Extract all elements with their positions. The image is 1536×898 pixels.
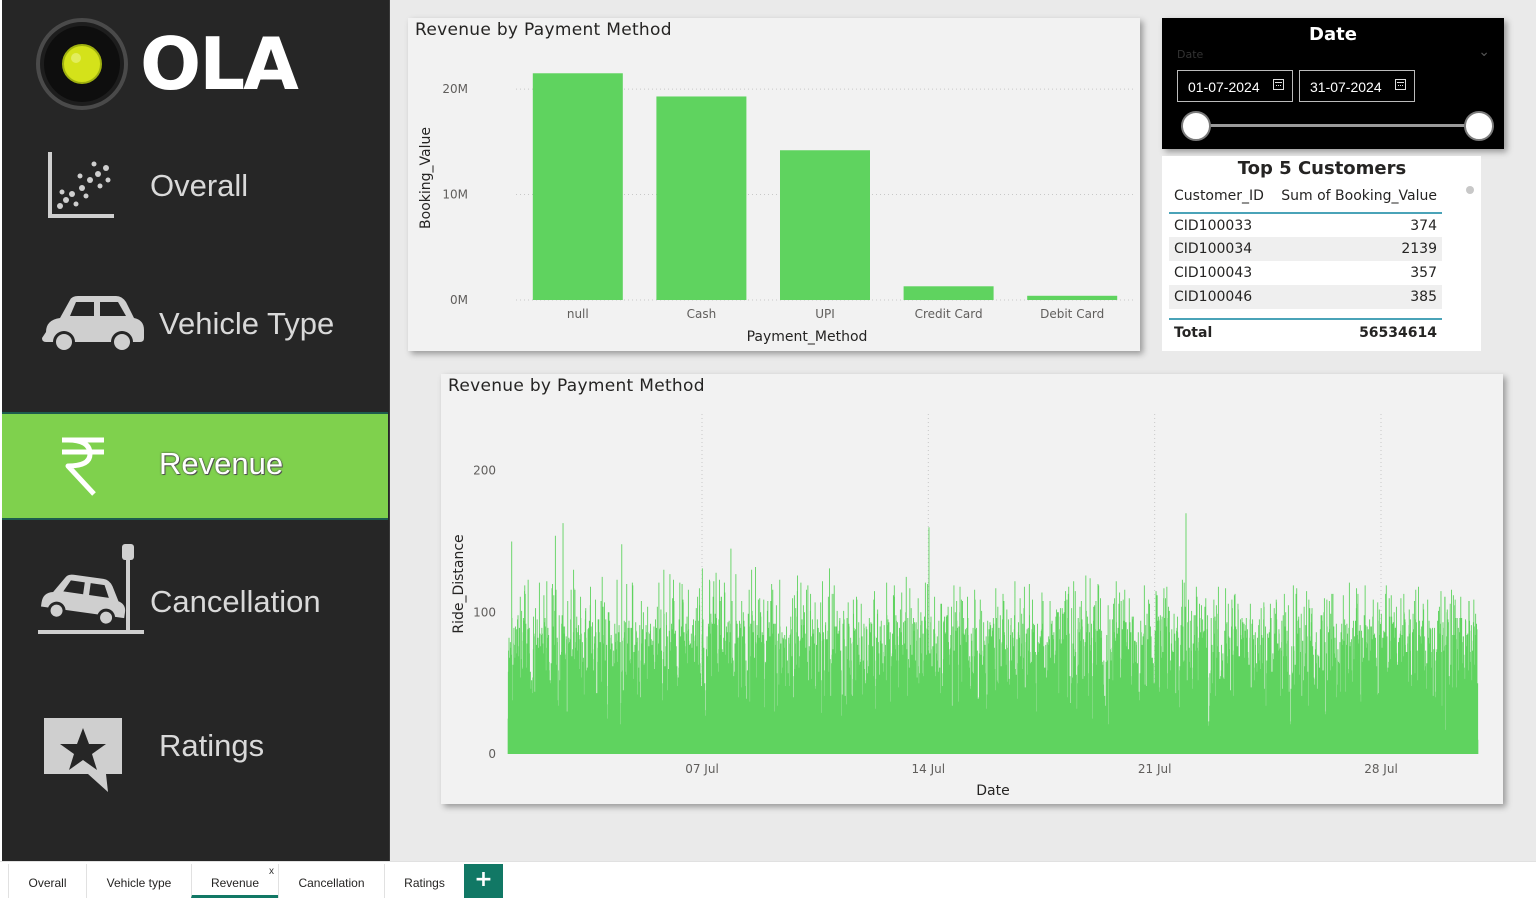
x-tick-label: 07 Jul [685,762,719,776]
tab-label: Vehicle type [106,876,172,890]
navigation-sidebar: OLA Overall Vehicle Type Revenue Cancell… [2,0,390,861]
nav-label-vehicle-type: Vehicle Type [159,306,335,341]
x-tick-label: UPI [815,307,835,321]
y-tick-label: 20M [442,82,468,96]
scatter-chart-icon [46,150,118,224]
ola-logo-text: OLA [140,22,299,106]
tab-label: Overall [28,876,67,890]
y-tick-label: 0M [450,293,468,307]
booking-value-cell: 374 [1410,217,1437,234]
car-icon [38,292,148,360]
ride-distance-series[interactable] [507,513,1479,754]
tab-ratings[interactable]: Ratings [384,864,464,898]
x-tick-label: Credit Card [915,307,983,321]
tab-vehicle-type[interactable]: Vehicle type [86,864,191,898]
date-range-slicer[interactable]: Date Date ⌄ 01-07-2024 31-07-2024 [1162,18,1504,149]
x-tick-label: Cash [687,307,717,321]
x-tick-label: null [567,307,589,321]
nav-item-vehicle-type[interactable]: Vehicle Type [2,270,388,380]
bar-chart-x-axis-title: Payment_Method [747,329,868,345]
tab-label: Cancellation [298,876,365,890]
x-tick-label: Debit Card [1040,307,1104,321]
daily-chart-x-axis-title: Date [976,783,1009,799]
tab-revenue[interactable]: Revenue x [191,864,278,898]
payment-method-bar-chart: Booking_Value Payment_Method 0M 10M 20M nul… [418,73,1134,345]
end-date-input[interactable]: 31-07-2024 [1299,70,1415,102]
car-crash-icon [36,542,148,640]
page-tab-bar: Overall Vehicle type Revenue x Cancellat… [0,861,1536,898]
daily-chart-y-axis-title: Ride_Distance [451,534,467,633]
bar-upi[interactable] [780,150,870,300]
x-tick-label: 28 Jul [1364,762,1398,776]
ola-logo: OLA [36,18,316,114]
ride-distance-bars [507,513,1479,754]
tab-label: Ratings [404,876,445,890]
customer-id-cell: CID100043 [1174,265,1253,281]
nav-label-overall: Overall [150,168,249,203]
star-speech-bubble-icon [40,716,126,798]
start-date-input[interactable]: 01-07-2024 [1177,70,1293,102]
date-slider-start-handle[interactable] [1181,111,1211,141]
daily-chart-card[interactable]: Revenue by Payment Method Ride_Distance … [441,374,1503,804]
booking-value-cell: 357 [1410,265,1437,281]
close-icon[interactable]: x [269,866,274,877]
table-row[interactable]: CID100033 374 [1169,213,1442,237]
ride-distance-by-date-chart: Ride_Distance Date 0 100 200 07 Jul 14 Jul 21… [451,414,1479,799]
x-tick-label: 14 Jul [912,762,946,776]
date-slider-track[interactable] [1196,124,1480,127]
tab-cancellation[interactable]: Cancellation [278,864,384,898]
bar-chart-y-axis-title: Booking_Value [418,127,434,229]
date-slider-end-handle[interactable] [1464,111,1494,141]
booking-value-cell: 2139 [1271,237,1442,261]
booking-value-cell: 385 [1271,285,1442,309]
customer-id-cell: CID100034 [1169,237,1272,261]
calendar-icon[interactable] [1395,79,1406,90]
y-tick-label: 0 [488,747,496,761]
rupee-icon [58,436,108,502]
customer-id-cell: CID100046 [1169,285,1272,309]
top-customers-title: Top 5 Customers [1237,158,1407,179]
tab-label: Revenue [210,876,260,890]
bar-chart-card[interactable]: Revenue by Payment Method Booking_Value … [408,18,1140,351]
top-customers-table: Customer_ID Sum of Booking_Value CID1000… [1169,186,1442,344]
column-header-customer-id[interactable]: Customer_ID [1169,186,1272,214]
table-total-row: Total 56534614 [1169,318,1442,344]
y-tick-label: 100 [473,605,496,619]
date-slicer-title: Date [1309,24,1357,45]
scrollbar-thumb[interactable] [1466,186,1474,194]
bar-credit-card[interactable] [903,286,994,300]
column-header-booking-value[interactable]: Sum of Booking_Value [1271,186,1442,214]
nav-item-overall[interactable]: Overall [2,140,388,240]
bar-null[interactable] [532,73,623,300]
table-row[interactable]: CID100046 385 [1169,285,1442,309]
nav-item-cancellation[interactable]: Cancellation [2,540,388,640]
tab-overall[interactable]: Overall [8,864,86,898]
bar-cash[interactable] [656,96,747,301]
series-baseline-fill [508,737,1478,754]
nav-item-revenue[interactable]: Revenue [2,412,388,520]
nav-item-ratings[interactable]: Ratings [2,700,388,800]
customer-id-cell: CID100033 [1174,217,1253,234]
nav-label-cancellation: Cancellation [150,584,321,619]
bar-debit-card[interactable] [1027,295,1118,300]
end-date-value: 31-07-2024 [1310,79,1382,95]
table-row[interactable]: CID100043 357 [1169,261,1442,285]
add-page-button[interactable]: + [464,864,503,898]
x-tick-label: 21 Jul [1138,762,1172,776]
total-value: 56534614 [1271,318,1442,344]
start-date-value: 01-07-2024 [1188,79,1260,95]
chevron-down-icon[interactable]: ⌄ [1478,44,1490,60]
calendar-icon[interactable] [1273,79,1284,90]
top-customers-table-card[interactable]: Top 5 Customers Customer_ID Sum of Booki… [1162,156,1481,351]
y-tick-label: 200 [473,464,496,478]
nav-label-ratings: Ratings [159,728,265,763]
nav-label-revenue: Revenue [159,446,284,481]
y-tick-label: 10M [442,188,468,202]
table-row[interactable]: CID100034 2139 [1169,237,1442,261]
date-slicer-subtitle: Date [1177,48,1204,61]
table-spacer [1169,309,1442,319]
total-label: Total [1169,318,1272,344]
